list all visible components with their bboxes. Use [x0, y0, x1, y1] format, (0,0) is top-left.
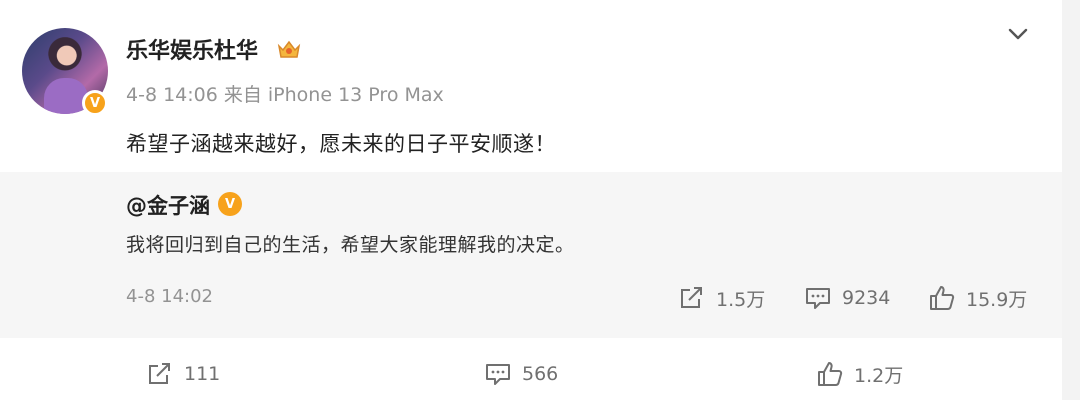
quoted-text: 我将回归到自己的生活，希望大家能理解我的决定。 [126, 234, 575, 256]
repost-button[interactable]: 111 [146, 360, 220, 388]
like-count: 1.2万 [854, 364, 904, 387]
repost-count: 111 [184, 363, 221, 385]
verified-badge-icon: V [218, 192, 242, 216]
quoted-like-button[interactable]: 15.9万 [928, 284, 1027, 312]
scrollbar-track[interactable] [1062, 0, 1080, 400]
repost-icon [149, 363, 170, 384]
chevron-down-icon[interactable] [1004, 22, 1032, 46]
quoted-author[interactable]: @金子涵 [126, 190, 210, 220]
like-button[interactable]: 1.2万 [816, 360, 903, 388]
post-text: 希望子涵越来越好，愿未来的日子平安顺遂！ [126, 132, 556, 156]
quoted-repost-button[interactable]: 1.5万 [678, 284, 765, 312]
post-meta: 4-8 14:06 来自 iPhone 13 Pro Max [126, 84, 444, 106]
comment-button[interactable]: 566 [484, 360, 558, 388]
avatar-figure [44, 78, 88, 114]
repost-icon [681, 287, 702, 308]
quoted-like-count: 15.9万 [966, 288, 1028, 311]
author-name[interactable]: 乐华娱乐杜华 [126, 33, 258, 65]
quoted-comment-button[interactable]: 9234 [804, 284, 890, 312]
weibo-post-card: V 乐华娱乐杜华 4-8 14:06 来自 iPhone 13 Pro Max … [0, 0, 1080, 400]
quoted-comment-count: 9234 [842, 287, 891, 309]
like-icon [930, 286, 955, 310]
quoted-time: 4-8 14:02 [126, 286, 213, 307]
comment-icon [806, 288, 830, 309]
like-icon [818, 362, 843, 386]
comment-icon [486, 364, 510, 385]
crown-badge-icon[interactable] [276, 37, 302, 61]
action-bar: 111 566 1.2万 [0, 338, 1062, 400]
verified-badge-icon: V [82, 90, 108, 116]
comment-count: 566 [522, 363, 559, 385]
quoted-repost-count: 1.5万 [716, 288, 766, 311]
quoted-post[interactable]: @金子涵 V 我将回归到自己的生活，希望大家能理解我的决定。 4-8 14:02… [0, 172, 1062, 338]
